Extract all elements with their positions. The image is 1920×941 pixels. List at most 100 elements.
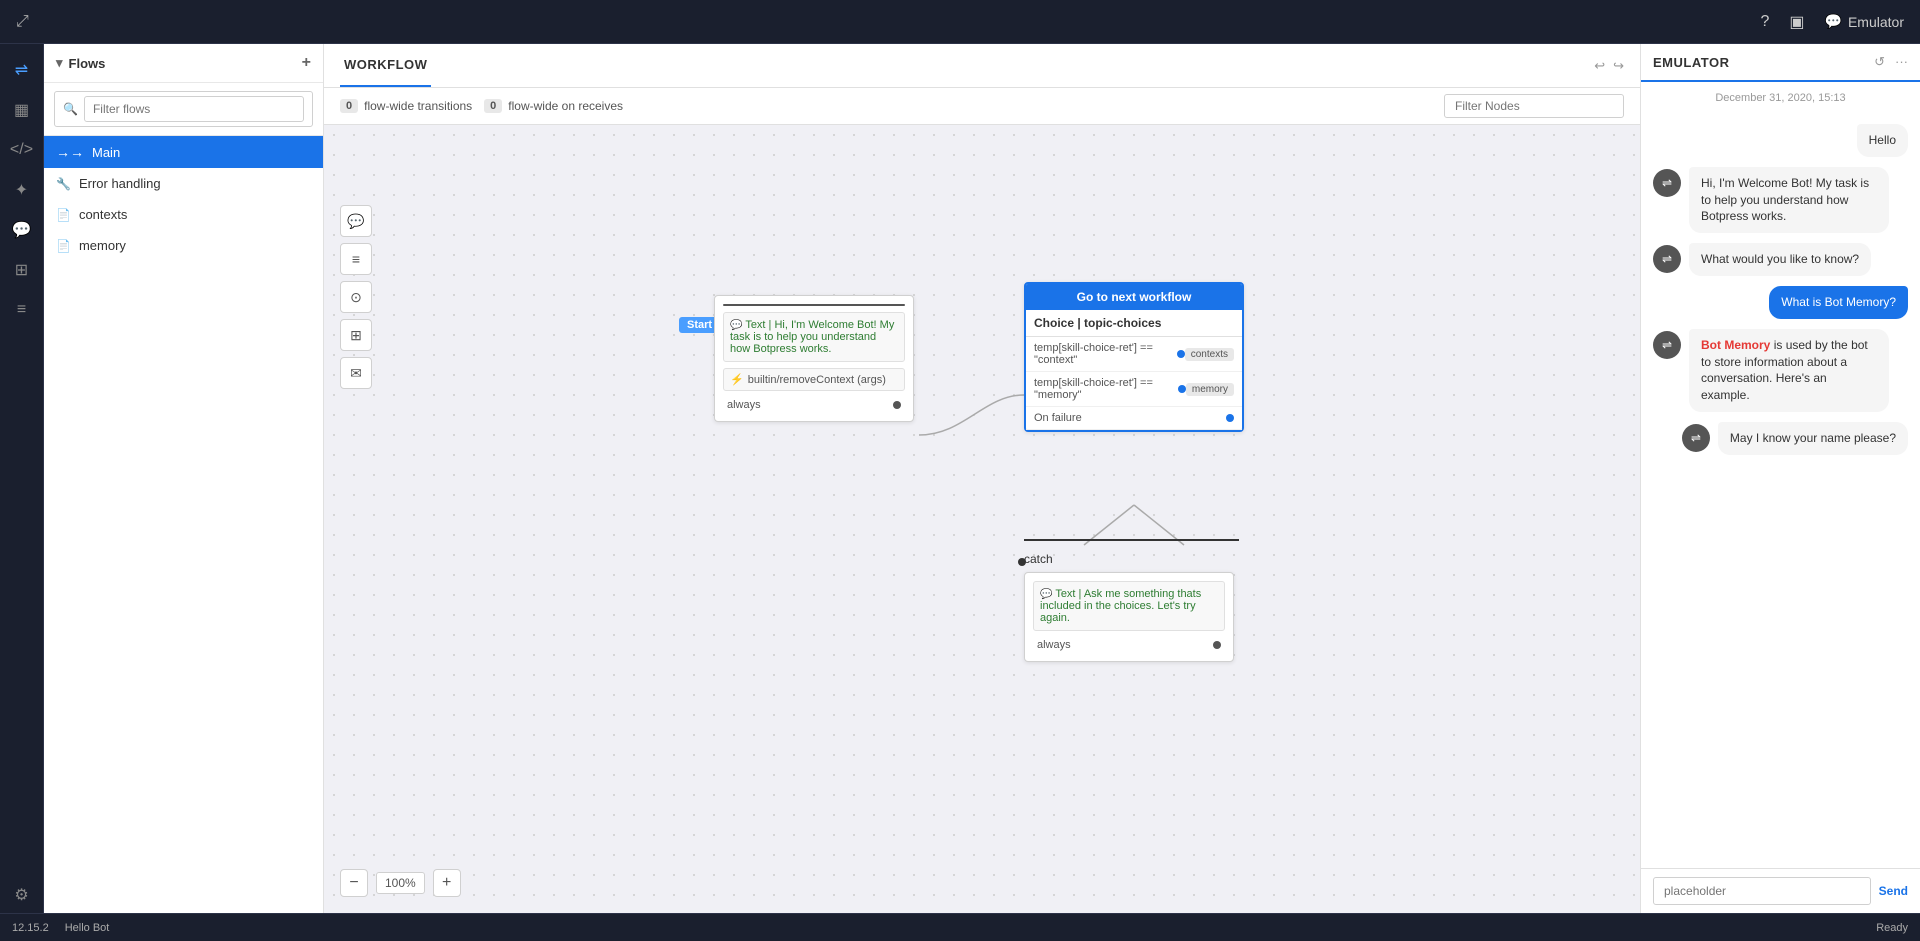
- share-icon[interactable]: ⤢: [16, 13, 29, 31]
- message-welcome: ⇌ Hi, I'm Welcome Bot! My task is to hel…: [1653, 167, 1908, 233]
- choice-dot-memory: [1178, 385, 1186, 393]
- choice-cond-context: temp[skill-choice-ret'] == "context": [1034, 342, 1171, 366]
- sidebar-icon-settings[interactable]: ⚙: [4, 877, 40, 913]
- flow-wrench-icon: 🔧: [56, 177, 71, 191]
- entry-action-value: builtin/removeContext (args): [748, 374, 886, 386]
- emulator-header: EMULATOR ↺ ···: [1641, 44, 1920, 82]
- canvas-chat-tool[interactable]: 💬: [340, 205, 372, 237]
- catch-text-content: 💬 Text | Ask me something thats included…: [1033, 581, 1225, 631]
- flow-label-error-handling: Error handling: [79, 176, 161, 191]
- entry-action[interactable]: ⚡ builtin/removeContext (args): [723, 368, 905, 391]
- sidebar-icon-grid[interactable]: ▦: [4, 92, 40, 128]
- flow-label-contexts: contexts: [79, 207, 127, 222]
- choice-tag-memory: memory: [1186, 383, 1234, 396]
- message-botmemory-q: What is Bot Memory?: [1653, 286, 1908, 319]
- catch-always-dot: [1213, 641, 1221, 649]
- flow-item-memory[interactable]: 📄 memory: [44, 230, 323, 261]
- canvas: Start entry 💬 Text | Hi, I'm Welcome Bot…: [324, 125, 1640, 913]
- add-flow-button[interactable]: +: [302, 54, 311, 72]
- bot-avatar-1: ⇌: [1653, 169, 1681, 197]
- top-bar: ⤢ ? ▣ 💬 Emulator: [0, 0, 1920, 44]
- choice-cond-failure: On failure: [1034, 412, 1220, 424]
- bot-avatar-4: ⇌: [1682, 424, 1710, 452]
- workflow-header: WORKFLOW ↩ ↪: [324, 44, 1640, 88]
- flow-item-main[interactable]: →→ Main: [44, 136, 323, 168]
- message-botmemory-a-bubble: Bot Memory is used by the bot to store i…: [1689, 329, 1889, 412]
- bot-avatar-2: ⇌: [1653, 245, 1681, 273]
- message-hello: Hello: [1653, 124, 1908, 157]
- bot-avatar-3: ⇌: [1653, 331, 1681, 359]
- sidebar-icon-nlu[interactable]: ✦: [4, 172, 40, 208]
- message-name-q-bubble: May I know your name please?: [1718, 422, 1908, 455]
- message-botmemory-q-bubble: What is Bot Memory?: [1769, 286, 1908, 319]
- zoom-out-button[interactable]: −: [340, 869, 368, 897]
- zoom-in-button[interactable]: +: [433, 869, 461, 897]
- sidebar-icon-logs[interactable]: ≡: [4, 292, 40, 328]
- canvas-layout-tool[interactable]: ⊞: [340, 319, 372, 351]
- flow-item-contexts[interactable]: 📄 contexts: [44, 199, 323, 230]
- choice-dot-context: [1177, 350, 1185, 358]
- entry-always-dot: [893, 401, 901, 409]
- flows-chevron-icon: ▾: [56, 55, 63, 71]
- sidebar-icon-qna[interactable]: 💬: [4, 212, 40, 248]
- bot-name-label: Hello Bot: [65, 922, 110, 934]
- receives-label: flow-wide on receives: [508, 99, 623, 113]
- entry-always: always: [723, 397, 905, 413]
- choice-title: Choice | topic-choices: [1026, 310, 1242, 337]
- message-botmemory-a: ⇌ Bot Memory is used by the bot to store…: [1653, 329, 1908, 412]
- sidebar-icon-flows[interactable]: ⇌: [4, 52, 40, 88]
- flow-receives-badge[interactable]: 0 flow-wide on receives: [484, 99, 623, 113]
- canvas-capture-tool[interactable]: ⊙: [340, 281, 372, 313]
- main-layout: ⇌ ▦ </> ✦ 💬 ⊞ ≡ ⚙ ▾ Flows + 🔍 →→ Main: [0, 44, 1920, 913]
- undo-button[interactable]: ↩: [1594, 58, 1605, 74]
- choice-row-memory[interactable]: temp[skill-choice-ret'] == "memory" memo…: [1026, 372, 1242, 407]
- emulator-panel: EMULATOR ↺ ··· December 31, 2020, 15:13 …: [1640, 44, 1920, 913]
- emulator-footer: Send: [1641, 868, 1920, 913]
- emulator-button[interactable]: 💬 Emulator: [1825, 13, 1904, 30]
- entry-text-content: 💬 Text | Hi, I'm Welcome Bot! My task is…: [723, 312, 905, 362]
- workflow-area: WORKFLOW ↩ ↪ 0 flow-wide transitions 0 f…: [324, 44, 1640, 913]
- flow-arrow-icon: →→: [56, 144, 84, 160]
- emulator-undo-icon[interactable]: ↺: [1874, 54, 1885, 70]
- entry-text-value: Text | Hi, I'm Welcome Bot! My task is t…: [730, 319, 894, 355]
- send-button[interactable]: Send: [1879, 884, 1908, 898]
- choice-cond-memory: temp[skill-choice-ret'] == "memory": [1034, 377, 1172, 401]
- canvas-connections: [324, 125, 1640, 913]
- catch-text-value: Text | Ask me something thats included i…: [1040, 588, 1201, 624]
- canvas-mail-tool[interactable]: ✉: [340, 357, 372, 389]
- canvas-list-tool[interactable]: ≡: [340, 243, 372, 275]
- version-label: 12.15.2: [12, 922, 49, 934]
- emulator-more-icon[interactable]: ···: [1895, 54, 1908, 70]
- flows-header: ▾ Flows +: [44, 44, 323, 83]
- flow-label-main: Main: [92, 145, 120, 160]
- emulator-input[interactable]: [1653, 877, 1871, 905]
- filter-flows-input[interactable]: [84, 96, 304, 122]
- redo-button[interactable]: ↪: [1613, 58, 1624, 74]
- canvas-footer: − 100% +: [340, 869, 461, 897]
- message-welcome-bubble: Hi, I'm Welcome Bot! My task is to help …: [1689, 167, 1889, 233]
- flow-transitions-badge[interactable]: 0 flow-wide transitions: [340, 99, 472, 113]
- emulator-timestamp: December 31, 2020, 15:13: [1641, 82, 1920, 114]
- choice-node[interactable]: Go to next workflow Choice | topic-choic…: [1024, 282, 1244, 432]
- catch-node[interactable]: 💬 Text | Ask me something thats included…: [1024, 572, 1234, 662]
- workflow-toolbar: 0 flow-wide transitions 0 flow-wide on r…: [324, 88, 1640, 125]
- entry-node[interactable]: 💬 Text | Hi, I'm Welcome Bot! My task is…: [714, 295, 914, 422]
- choice-row-context[interactable]: temp[skill-choice-ret'] == "context" con…: [1026, 337, 1242, 372]
- flow-item-error-handling[interactable]: 🔧 Error handling: [44, 168, 323, 199]
- screenshot-icon[interactable]: ▣: [1789, 12, 1804, 32]
- message-name-q: ⇌ May I know your name please?: [1653, 422, 1908, 455]
- sidebar-icon-analytics[interactable]: ⊞: [4, 252, 40, 288]
- choice-tag-context: contexts: [1185, 348, 1234, 361]
- catch-always: always: [1033, 637, 1225, 653]
- flows-panel: ▾ Flows + 🔍 →→ Main 🔧 Error handling 📄 c…: [44, 44, 324, 913]
- sidebar-icon-code[interactable]: </>: [4, 132, 40, 168]
- filter-nodes-input[interactable]: [1444, 94, 1624, 118]
- flow-doc-icon-contexts: 📄: [56, 208, 71, 222]
- transitions-count: 0: [340, 99, 358, 113]
- message-wylk-bubble: What would you like to know?: [1689, 243, 1871, 276]
- workflow-title: WORKFLOW: [340, 44, 431, 87]
- flows-search: 🔍: [44, 83, 323, 136]
- choice-row-failure[interactable]: On failure: [1026, 407, 1242, 430]
- message-hello-bubble: Hello: [1857, 124, 1908, 157]
- help-icon[interactable]: ?: [1761, 13, 1770, 31]
